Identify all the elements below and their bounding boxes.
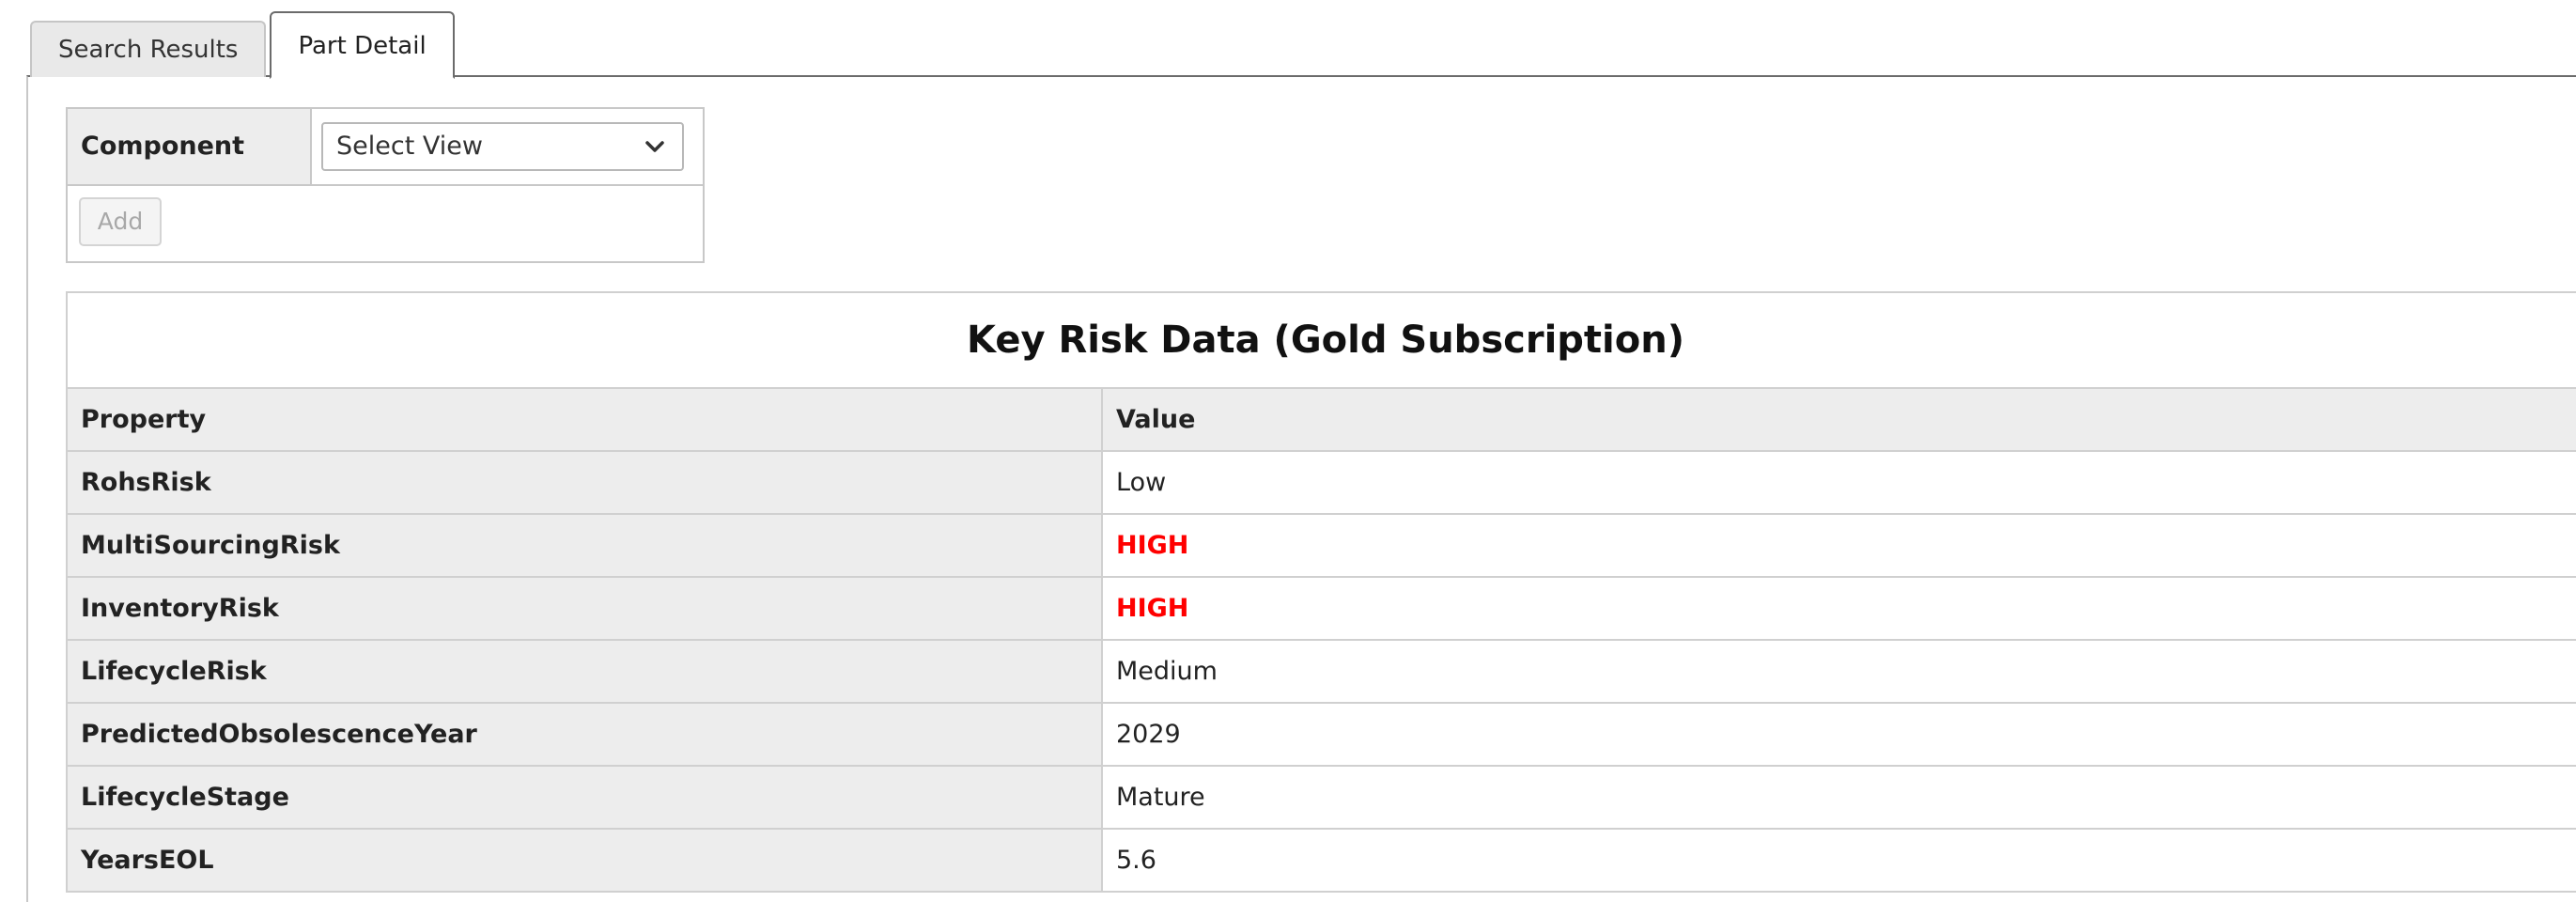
tab-bar: Search Results Part Detail bbox=[30, 9, 455, 79]
tab-search-results[interactable]: Search Results bbox=[30, 21, 267, 77]
tab-part-detail[interactable]: Part Detail bbox=[270, 11, 455, 79]
table-header-row: Property Value bbox=[66, 387, 2576, 452]
component-view-select[interactable]: Select View bbox=[321, 122, 684, 171]
value-cell: HIGH bbox=[1100, 576, 2576, 641]
property-cell: MultiSourcingRisk bbox=[66, 513, 1103, 578]
chevron-down-icon bbox=[645, 141, 664, 152]
table-row: YearsEOL 5.6 bbox=[66, 828, 2576, 893]
component-view-label: Component View bbox=[68, 109, 312, 236]
component-view-select-wrap: Select View bbox=[312, 109, 703, 184]
table-row: LifecycleStage Mature bbox=[66, 765, 2576, 830]
component-view-box: Component View Select View Add bbox=[66, 107, 705, 263]
value-cell: 2029 bbox=[1100, 702, 2576, 767]
key-risk-table: Key Risk Data (Gold Subscription) Proper… bbox=[65, 291, 2576, 893]
property-cell: RohsRisk bbox=[66, 450, 1103, 515]
property-cell: YearsEOL bbox=[66, 828, 1103, 893]
value-cell: Medium bbox=[1100, 639, 2576, 704]
value-cell: Mature bbox=[1100, 765, 2576, 830]
value-cell: 5.6 bbox=[1100, 828, 2576, 893]
value-cell: Low bbox=[1100, 450, 2576, 515]
table-row: MultiSourcingRisk HIGH bbox=[66, 513, 2576, 578]
table-title-row: Key Risk Data (Gold Subscription) bbox=[65, 291, 2576, 389]
table-row: LifecycleRisk Medium bbox=[66, 639, 2576, 704]
table-row: InventoryRisk HIGH bbox=[66, 576, 2576, 641]
value-cell: HIGH bbox=[1100, 513, 2576, 578]
table-row: PredictedObsolescenceYear 2029 bbox=[66, 702, 2576, 767]
table-title: Key Risk Data (Gold Subscription) bbox=[65, 291, 2576, 389]
component-view-select-value: Select View bbox=[336, 132, 483, 161]
add-button[interactable]: Add bbox=[79, 197, 162, 246]
table-row: RohsRisk Low bbox=[66, 450, 2576, 515]
property-cell: LifecycleStage bbox=[66, 765, 1103, 830]
property-cell: InventoryRisk bbox=[66, 576, 1103, 641]
property-cell: PredictedObsolescenceYear bbox=[66, 702, 1103, 767]
column-header-value: Value bbox=[1100, 387, 2576, 452]
column-header-property: Property bbox=[66, 387, 1103, 452]
component-view-row: Component View Select View bbox=[68, 109, 703, 236]
property-cell: LifecycleRisk bbox=[66, 639, 1103, 704]
component-view-actions: Add bbox=[68, 186, 703, 261]
